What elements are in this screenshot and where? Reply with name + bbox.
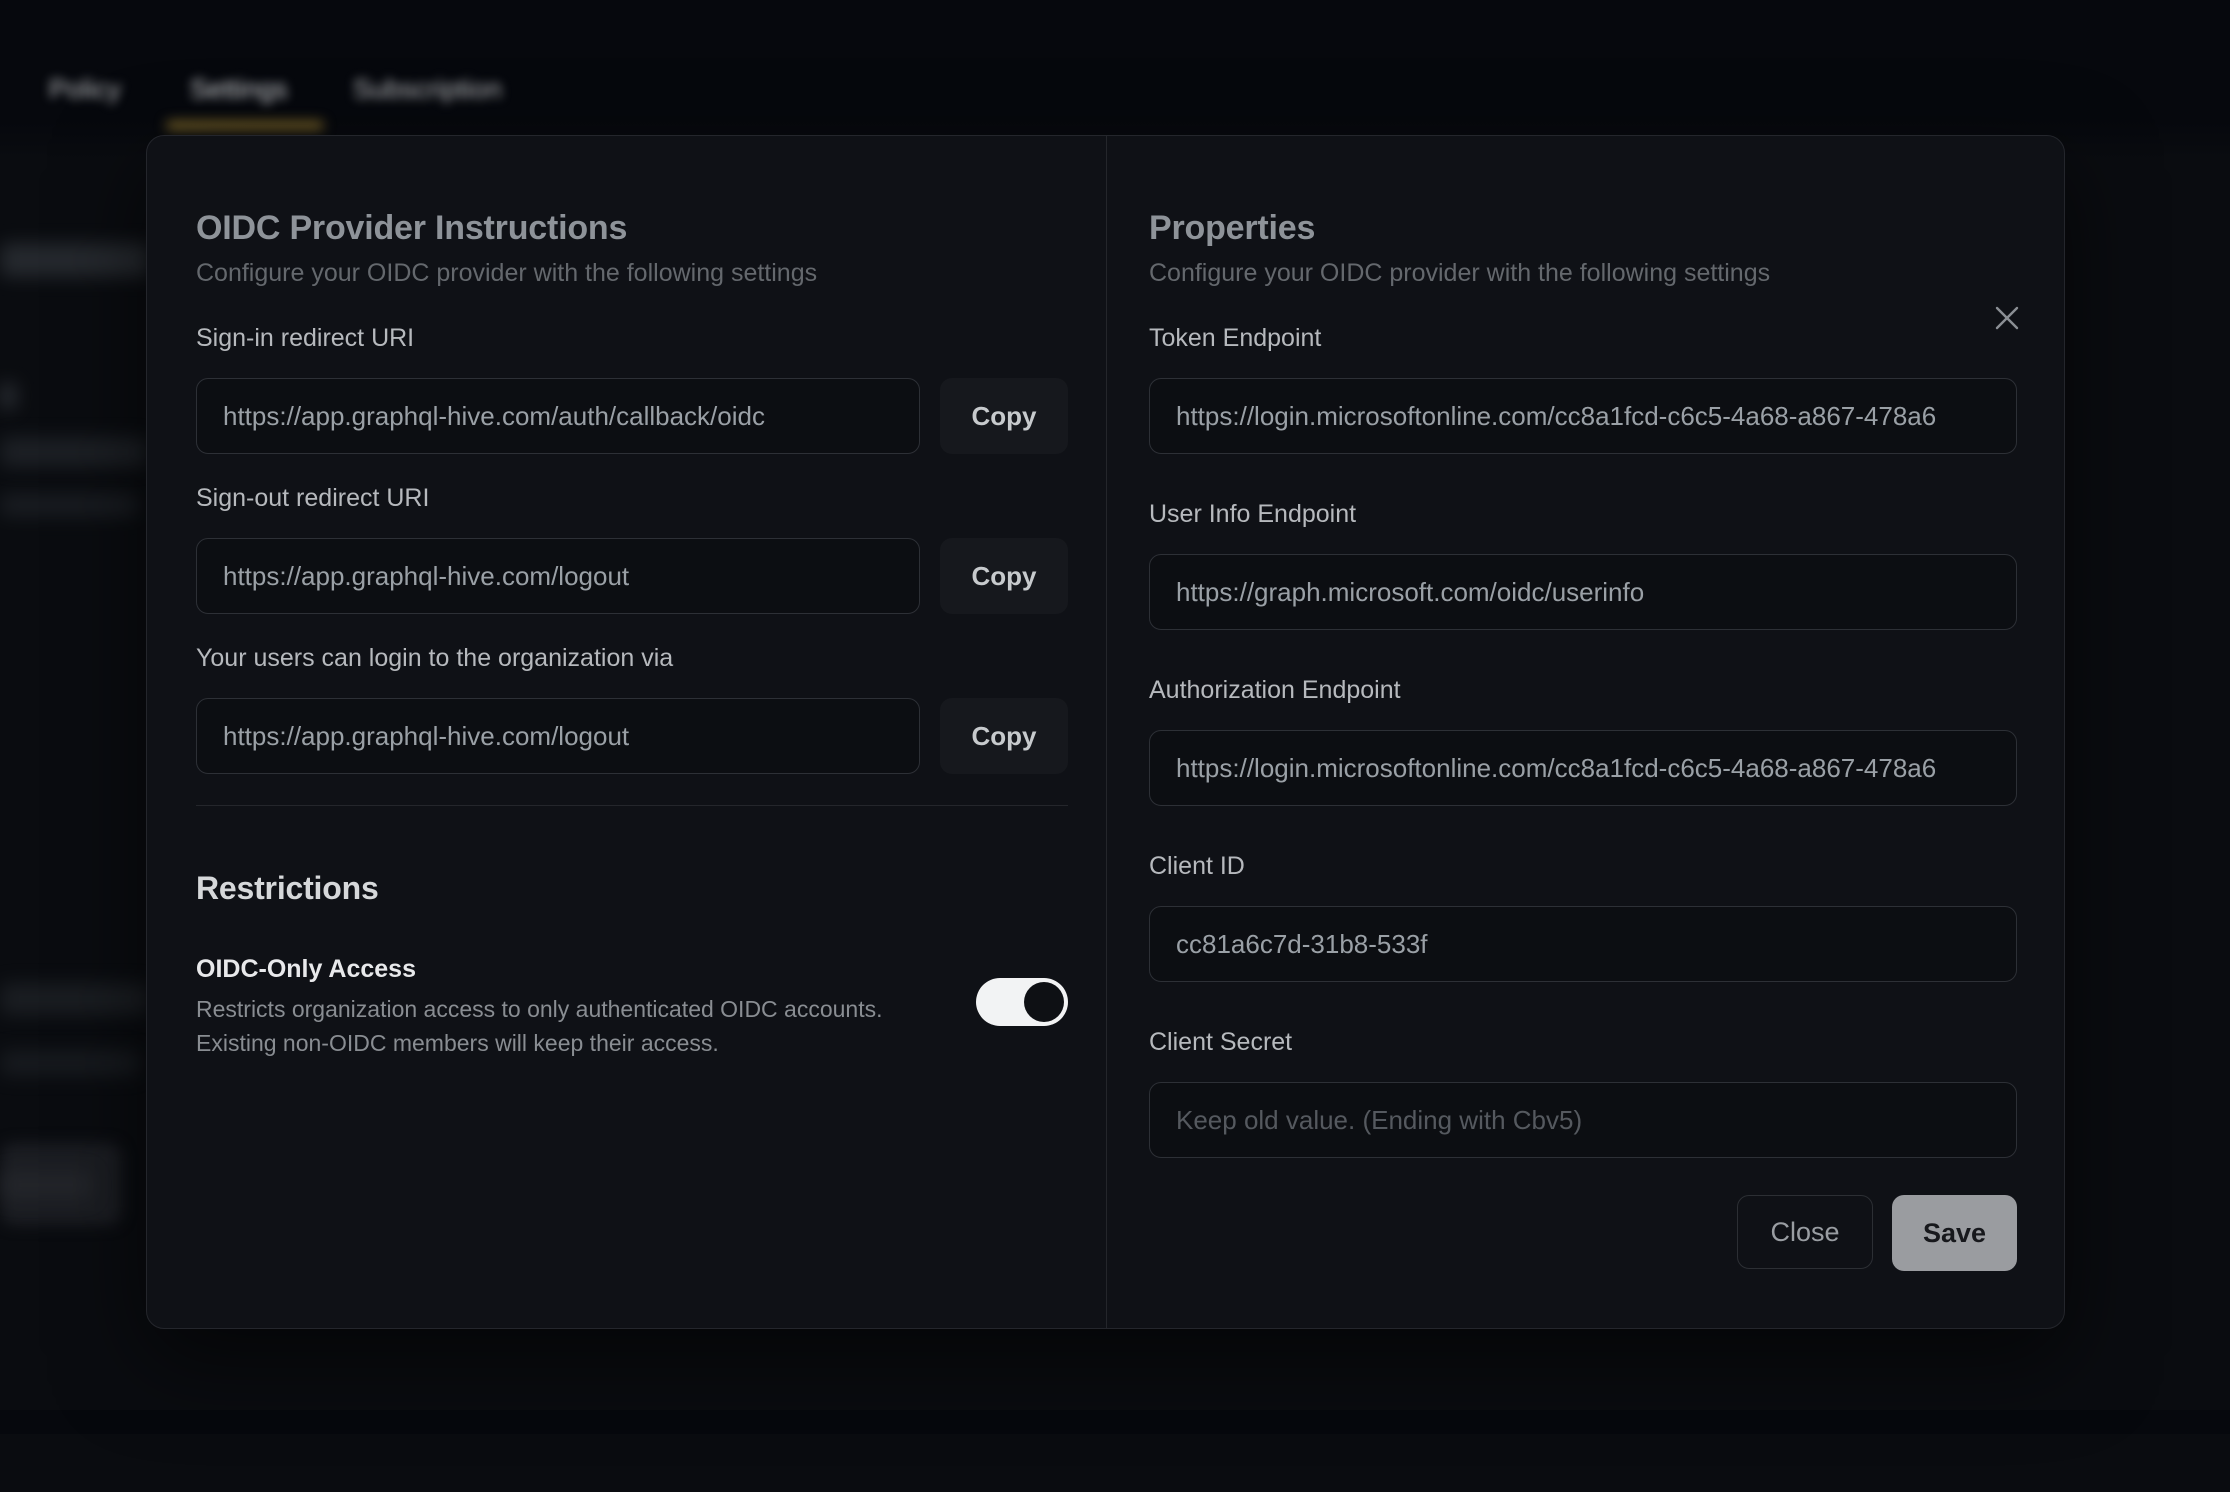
oidc-only-access-label: OIDC-Only Access [196, 954, 883, 984]
restrictions-heading: Restrictions [196, 868, 1068, 908]
properties-title: Properties [1149, 206, 2017, 250]
app-page: Policy Settings Subscription OIDC Provid… [0, 0, 2230, 1492]
copy-login-via-button[interactable]: Copy [940, 698, 1068, 774]
sign-out-redirect-uri-input[interactable] [196, 538, 920, 614]
user-info-endpoint-label: User Info Endpoint [1149, 502, 2017, 526]
copy-sign-out-uri-button[interactable]: Copy [940, 538, 1068, 614]
tab-policy[interactable]: Policy [49, 74, 121, 105]
sign-in-redirect-uri-row: Copy [196, 378, 1068, 454]
client-id-input[interactable] [1149, 906, 2017, 982]
tab-subscription[interactable]: Subscription [353, 74, 502, 105]
authorization-endpoint-label: Authorization Endpoint [1149, 678, 2017, 702]
close-button[interactable]: Close [1737, 1195, 1873, 1269]
description-line-2: Existing non-OIDC members will keep thei… [196, 1026, 883, 1060]
sign-out-redirect-uri-label: Sign-out redirect URI [196, 486, 1068, 510]
properties-subtitle: Configure your OIDC provider with the fo… [1149, 258, 2017, 288]
client-secret-input[interactable] [1149, 1082, 2017, 1158]
client-secret-label: Client Secret [1149, 1030, 2017, 1054]
authorization-endpoint-row [1149, 730, 2017, 806]
oidc-only-access-text: OIDC-Only Access Restricts organization … [196, 954, 883, 1060]
client-id-row [1149, 906, 2017, 982]
save-button[interactable]: Save [1892, 1195, 2017, 1271]
description-line-1: Restricts organization access to only au… [196, 992, 883, 1026]
user-info-endpoint-row [1149, 554, 2017, 630]
token-endpoint-row [1149, 378, 2017, 454]
client-id-label: Client ID [1149, 854, 2017, 878]
login-via-input[interactable] [196, 698, 920, 774]
blurred-background-text [0, 437, 148, 467]
token-endpoint-label: Token Endpoint [1149, 326, 2017, 350]
oidc-settings-modal: OIDC Provider Instructions Configure you… [146, 135, 2065, 1329]
section-divider [196, 805, 1068, 806]
tab-settings[interactable]: Settings [190, 74, 288, 105]
active-tab-indicator [166, 121, 324, 130]
client-secret-row [1149, 1082, 2017, 1158]
blurred-background-text [0, 243, 150, 277]
blurred-background-bullet [0, 383, 16, 409]
column-divider [1106, 136, 1107, 1328]
oidc-instructions-panel: OIDC Provider Instructions Configure you… [196, 136, 1068, 1060]
blurred-background-text [0, 1050, 140, 1076]
login-via-row: Copy [196, 698, 1068, 774]
oidc-only-access-description: Restricts organization access to only au… [196, 992, 883, 1060]
blurred-background-text [0, 493, 138, 517]
blurred-background-text [0, 1171, 92, 1199]
oidc-only-access-row: OIDC-Only Access Restricts organization … [196, 954, 1068, 1060]
sign-in-redirect-uri-label: Sign-in redirect URI [196, 326, 1068, 350]
instructions-subtitle: Configure your OIDC provider with the fo… [196, 258, 1068, 288]
instructions-title: OIDC Provider Instructions [196, 206, 1068, 250]
oidc-only-access-toggle[interactable] [976, 978, 1068, 1026]
toggle-thumb [1024, 982, 1064, 1022]
token-endpoint-input[interactable] [1149, 378, 2017, 454]
modal-actions: Close Save [1149, 1195, 2017, 1271]
copy-sign-in-uri-button[interactable]: Copy [940, 378, 1068, 454]
login-via-label: Your users can login to the organization… [196, 646, 1068, 670]
blurred-background-text [0, 983, 150, 1015]
properties-panel: Properties Configure your OIDC provider … [1149, 136, 2017, 1271]
background-band [0, 1410, 2230, 1434]
authorization-endpoint-input[interactable] [1149, 730, 2017, 806]
sign-in-redirect-uri-input[interactable] [196, 378, 920, 454]
user-info-endpoint-input[interactable] [1149, 554, 2017, 630]
sign-out-redirect-uri-row: Copy [196, 538, 1068, 614]
